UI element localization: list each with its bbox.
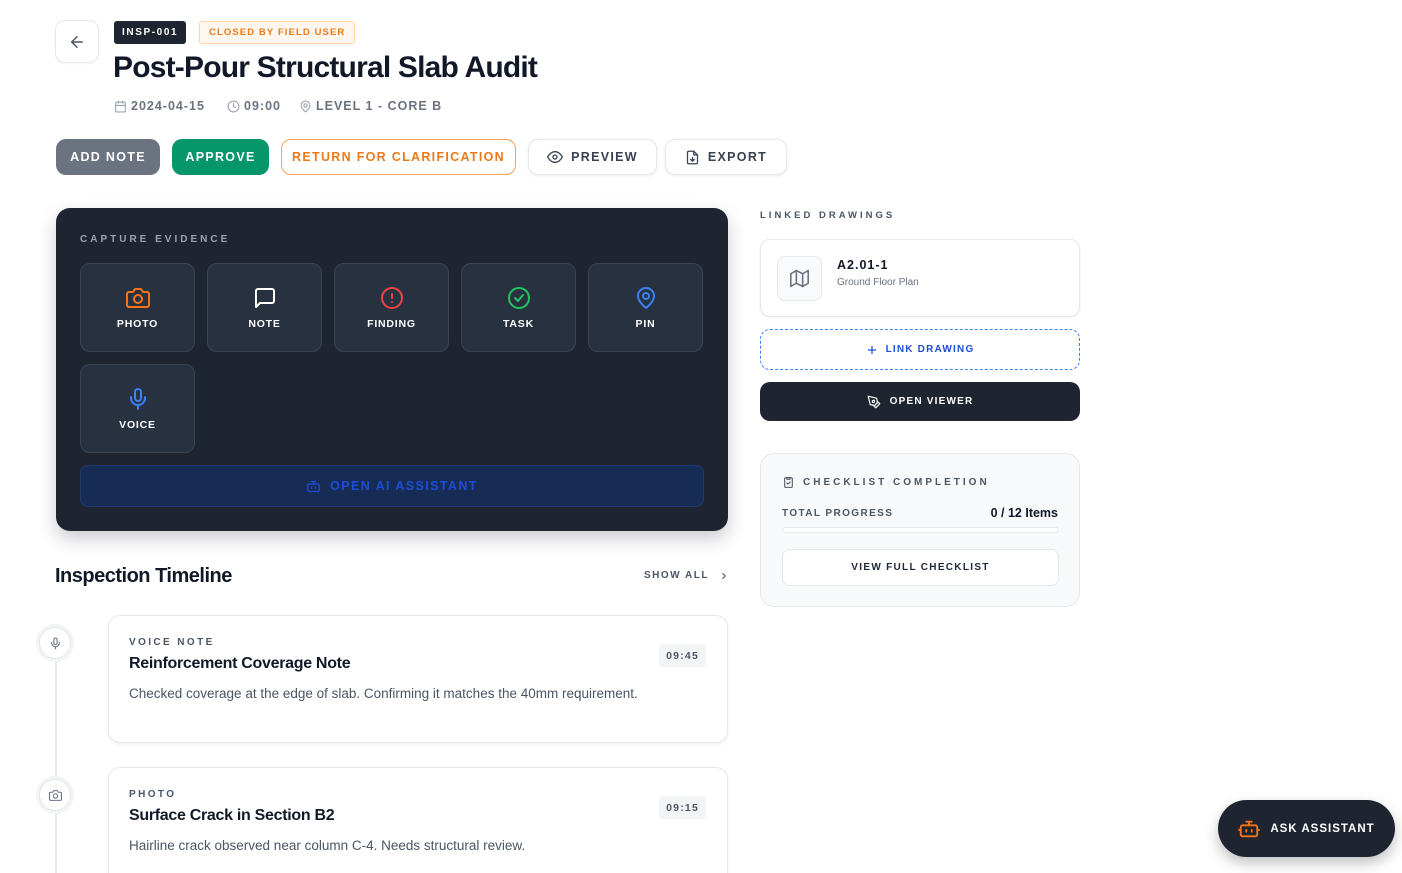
inspection-id-badge: INSP-001 xyxy=(114,21,187,44)
map-pin-icon xyxy=(299,100,312,113)
page-title: Post-Pour Structural Slab Audit xyxy=(113,51,538,84)
link-drawing-label: LINK DRAWING xyxy=(885,344,975,355)
link-drawing-button[interactable]: LINK DRAWING xyxy=(760,329,1080,370)
linked-drawing-card[interactable]: A2.01-1 Ground Floor Plan xyxy=(760,239,1080,317)
bot-icon xyxy=(306,479,321,494)
plus-icon xyxy=(866,344,878,356)
capture-voice-tile[interactable]: VOICE xyxy=(80,364,195,453)
linked-drawings-label: LINKED DRAWINGS xyxy=(760,210,896,221)
timeline-item[interactable]: PHOTO Surface Crack in Section B2 Hairli… xyxy=(108,767,728,873)
ask-assistant-label: ASK ASSISTANT xyxy=(1270,822,1375,835)
alert-circle-icon xyxy=(380,285,404,311)
open-viewer-label: OPEN VIEWER xyxy=(889,396,974,407)
status-badge: CLOSED BY FIELD USER xyxy=(199,21,356,44)
mic-icon xyxy=(49,637,62,650)
open-ai-assistant-button[interactable]: OPEN AI ASSISTANT xyxy=(80,465,704,507)
map-icon xyxy=(777,256,822,301)
timeline-marker-voice xyxy=(39,627,71,659)
capture-evidence-panel: CAPTURE EVIDENCE PHOTO NOTE FINDING TASK… xyxy=(56,208,728,531)
tile-label: FINDING xyxy=(367,318,416,330)
arrow-left-icon xyxy=(68,33,86,51)
pen-tool-icon xyxy=(867,395,881,409)
meta-time: 09:00 xyxy=(227,97,281,115)
timeline-item-description: Checked coverage at the edge of slab. Co… xyxy=(129,686,638,701)
view-full-checklist-label: VIEW FULL CHECKLIST xyxy=(851,562,990,573)
timeline-title: Inspection Timeline xyxy=(55,565,232,587)
tile-label: VOICE xyxy=(119,419,156,431)
timeline-line xyxy=(55,656,57,873)
meta-date: 2024-04-15 xyxy=(114,97,205,115)
mic-icon xyxy=(126,386,150,412)
checklist-completion-card: CHECKLIST COMPLETION TOTAL PROGRESS 0 / … xyxy=(760,453,1080,607)
eye-icon xyxy=(547,149,564,165)
meta-location: LEVEL 1 - CORE B xyxy=(299,97,442,115)
add-note-label: ADD NOTE xyxy=(70,150,146,164)
checklist-title: CHECKLIST COMPLETION xyxy=(782,476,990,489)
progress-value: 0 / 12 Items xyxy=(990,506,1058,520)
timeline-item-type: VOICE NOTE xyxy=(129,637,215,648)
meta-location-text: LEVEL 1 - CORE B xyxy=(316,99,443,113)
back-button[interactable] xyxy=(55,20,99,63)
show-all-link[interactable]: SHOW ALL xyxy=(644,570,729,581)
tile-label: PHOTO xyxy=(116,318,159,330)
timeline-item-title: Reinforcement Coverage Note xyxy=(129,655,351,672)
map-pin-icon xyxy=(634,285,658,311)
capture-finding-tile[interactable]: FINDING xyxy=(334,263,449,352)
preview-label: PREVIEW xyxy=(571,150,638,164)
export-label: EXPORT xyxy=(707,150,768,164)
tile-label: PIN xyxy=(635,318,656,330)
progress-bar xyxy=(782,527,1059,533)
approve-button[interactable]: APPROVE xyxy=(172,139,269,175)
tile-label: NOTE xyxy=(248,318,281,330)
drawing-code: A2.01-1 xyxy=(837,258,889,272)
capture-photo-tile[interactable]: PHOTO xyxy=(80,263,195,352)
message-square-icon xyxy=(253,285,277,311)
capture-evidence-label: CAPTURE EVIDENCE xyxy=(80,234,231,245)
drawing-name: Ground Floor Plan xyxy=(837,277,919,288)
open-ai-assistant-label: OPEN AI ASSISTANT xyxy=(330,479,478,493)
clock-icon xyxy=(227,100,240,113)
timeline-item[interactable]: VOICE NOTE Reinforcement Coverage Note C… xyxy=(108,615,728,743)
calendar-icon xyxy=(114,100,127,113)
open-viewer-button[interactable]: OPEN VIEWER xyxy=(760,382,1080,421)
camera-icon xyxy=(125,285,150,311)
timeline-item-title: Surface Crack in Section B2 xyxy=(129,807,335,824)
preview-button[interactable]: PREVIEW xyxy=(528,139,657,175)
checklist-title-text: CHECKLIST COMPLETION xyxy=(803,477,990,488)
bot-icon xyxy=(1238,818,1261,840)
check-circle-icon xyxy=(507,285,531,311)
clipboard-check-icon xyxy=(782,476,795,489)
return-for-clarification-button[interactable]: RETURN FOR CLARIFICATION xyxy=(281,139,516,175)
capture-task-tile[interactable]: TASK xyxy=(461,263,576,352)
file-download-icon xyxy=(685,150,700,165)
meta-date-text: 2024-04-15 xyxy=(131,99,205,113)
timeline-item-time: 09:15 xyxy=(659,796,706,819)
progress-label: TOTAL PROGRESS xyxy=(782,508,894,519)
view-full-checklist-button[interactable]: VIEW FULL CHECKLIST xyxy=(782,549,1059,586)
timeline-item-type: PHOTO xyxy=(129,789,177,800)
capture-pin-tile[interactable]: PIN xyxy=(588,263,703,352)
add-note-button[interactable]: ADD NOTE xyxy=(56,139,160,175)
camera-icon xyxy=(48,789,62,802)
chevron-right-icon xyxy=(719,571,729,581)
timeline-marker-photo xyxy=(39,779,71,811)
timeline-item-description: Hairline crack observed near column C-4.… xyxy=(129,838,526,853)
capture-note-tile[interactable]: NOTE xyxy=(207,263,322,352)
ask-assistant-button[interactable]: ASK ASSISTANT xyxy=(1218,800,1395,857)
export-button[interactable]: EXPORT xyxy=(665,139,787,175)
return-label: RETURN FOR CLARIFICATION xyxy=(292,150,505,164)
meta-time-text: 09:00 xyxy=(244,99,281,113)
show-all-label: SHOW ALL xyxy=(644,570,709,581)
timeline-item-time: 09:45 xyxy=(659,644,706,667)
approve-label: APPROVE xyxy=(185,150,256,164)
tile-label: TASK xyxy=(502,318,534,330)
